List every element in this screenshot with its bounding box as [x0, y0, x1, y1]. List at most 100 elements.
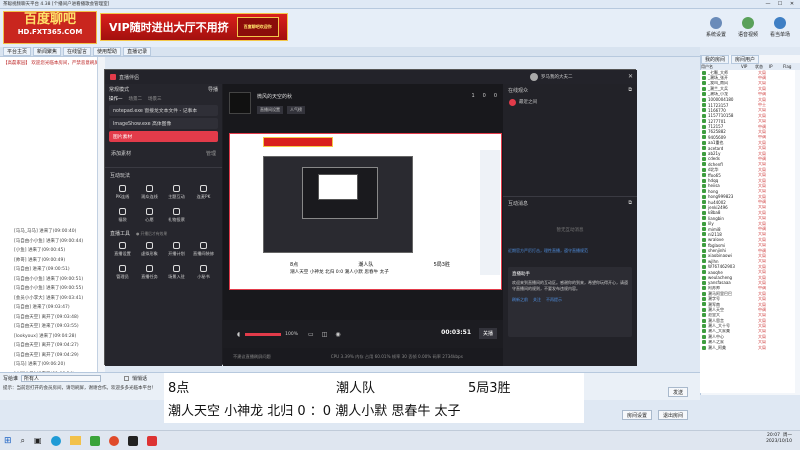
search-icon[interactable]: ⌕	[21, 436, 25, 446]
popularity-button[interactable]: 人气榜	[287, 106, 305, 114]
admin-button[interactable]: 管理员	[109, 261, 136, 284]
user-status-icon	[702, 205, 706, 210]
tab-scene-more[interactable]: 场景三	[148, 96, 162, 102]
tab-scene[interactable]: 场景二	[129, 96, 143, 102]
clock[interactable]: 20:07 周一 2023/10/10	[766, 433, 792, 444]
close-button[interactable]: ✕	[786, 1, 798, 7]
mode-label[interactable]: 常规模式	[109, 86, 129, 93]
scene-icon	[173, 265, 180, 272]
assistant-reply-button[interactable]: 刷新之前	[512, 297, 528, 303]
folder-icon[interactable]	[69, 436, 81, 445]
schedule-button[interactable]: 开播计划	[163, 238, 190, 261]
viewer-item[interactable]: 最近之间	[503, 96, 637, 108]
user-name: heiisa	[708, 183, 720, 189]
chat-panel[interactable]: 【高磊家园】 欢迎您光临本房间，严禁恶意刷屏 [马马_马马] 进来了(09:00…	[0, 57, 98, 396]
interaction-popout-icon[interactable]: ⧉	[628, 200, 632, 206]
scene-enter-button[interactable]: 场景入驻	[163, 261, 190, 284]
promo-banner[interactable]: VIP随时进出大厅不用挤 百度聊吧欢迎你	[100, 13, 288, 41]
browser-icon[interactable]	[108, 435, 119, 446]
mic-icon-ctrl[interactable]: ▭	[308, 331, 314, 338]
assistant-dismiss-button[interactable]: 不再提示	[546, 297, 562, 303]
system-settings-button[interactable]: 系统设置	[700, 14, 732, 40]
wish-button[interactable]: 心愿	[136, 204, 163, 227]
user-name: k8ba8	[708, 210, 721, 216]
taskview-icon[interactable]: ▣	[34, 436, 42, 445]
user-status-icon	[702, 243, 706, 248]
user-status-icon	[702, 162, 706, 167]
scoreboard-overlay: 8点 潮人队 5局3胜 潮人天空 小神龙 北归 0 ：0 潮人小默 思春牛 太子	[164, 373, 584, 423]
room-settings-button[interactable]: 房间设置	[622, 410, 652, 420]
live-window-title: 直播伴侣	[119, 74, 140, 81]
tab-message[interactable]: 在线留言	[63, 47, 92, 56]
tab-help[interactable]: 使用帮助	[93, 47, 122, 56]
edge-icon[interactable]	[50, 435, 61, 446]
user-status-icon	[702, 318, 706, 323]
assistant-actions: 刷新之前 关注 不再提示	[512, 297, 628, 303]
source-item-image[interactable]: 图片素材	[109, 131, 218, 142]
volume-icon[interactable]: ◖	[237, 331, 240, 338]
maximize-button[interactable]: ☐	[774, 1, 786, 7]
pk-button[interactable]: PK连线	[109, 181, 136, 204]
assistant-follow-button[interactable]: 关注	[533, 297, 541, 303]
gift-vote-button[interactable]: 礼物投票	[163, 204, 190, 227]
tab-ops[interactable]: 操作一	[109, 96, 123, 102]
user-name: cdeds	[708, 156, 720, 162]
audio-video-button[interactable]: 语音视频	[732, 14, 764, 40]
lucky-bag-button[interactable]: 福袋	[109, 204, 136, 227]
volume-slider[interactable]	[245, 332, 282, 336]
source-item-notepad[interactable]: notepad.exe 窗接龙文本文件 - 记事本	[109, 105, 218, 116]
stream-settings-button[interactable]: 直播间设置	[257, 106, 283, 114]
source-actions: 添加素材 管理	[105, 148, 222, 158]
user-list[interactable]: _七颗_大师 大局 _潮场_张开 中调 _我叫_南风 大局 _潮兰_大兵 大局 _潮场_小龙 中调…	[700, 70, 795, 393]
live-app-icon[interactable]	[127, 435, 138, 446]
logo-line2: HD.FXT365.COM	[17, 28, 83, 36]
task-button[interactable]: 直播任务	[136, 261, 163, 284]
tab-records[interactable]: 直播记录	[123, 47, 152, 56]
user-name: ffoo65	[708, 172, 721, 178]
topic-button[interactable]: 主题互动	[163, 181, 190, 204]
tab-home[interactable]: 平台主页	[3, 47, 32, 56]
chat-app-icon[interactable]	[89, 435, 100, 446]
live-settings-button[interactable]: 直播设置	[109, 238, 136, 261]
live-user-avatar[interactable]	[530, 73, 538, 81]
taskbar: ⊞ ⌕ ▣ 20:07 周一 2023/10/10	[0, 430, 800, 450]
stream-cover[interactable]	[229, 92, 251, 114]
user-name: hdqq	[708, 178, 719, 183]
user-status-icon	[702, 92, 706, 97]
live-companion-window[interactable]: 直播伴侣 罗马我的大夫二 ✕ 常规模式 导播 操作一 场景二 场景三 notep…	[104, 69, 637, 366]
watch-button[interactable]: 看当单场	[764, 14, 796, 40]
start-icon[interactable]: ⊞	[4, 436, 12, 446]
private-checkbox[interactable]	[124, 375, 130, 381]
manage-button[interactable]: 管理	[206, 150, 216, 157]
user-name: xiaobinaowi	[708, 253, 732, 259]
tab-room-users[interactable]: 房间用户	[731, 54, 760, 64]
exit-room-button[interactable]: 退出房间	[658, 410, 688, 420]
audience-link-button[interactable]: 观众连线	[136, 181, 163, 204]
record-icon[interactable]: ◉	[335, 331, 340, 338]
user-row[interactable]: 潮人_阿美 大局	[700, 345, 795, 350]
guide-label[interactable]: 导播	[208, 86, 218, 93]
mic-pk-button[interactable]: 连麦PK	[190, 181, 217, 204]
source-item-imageshow[interactable]: ImageShow.exe 高体图像	[109, 118, 218, 129]
stream-preview[interactable]: 8点 潮人队 5局3胜 潮人天空 小神龙 北归 0:0 潮人小默 思春牛 太子	[229, 133, 502, 290]
camera-icon[interactable]: ◫	[322, 331, 328, 338]
user-status-icon	[702, 97, 706, 102]
decorate-button[interactable]: 直播间装修	[190, 238, 217, 261]
viewers-popout-icon[interactable]: ⧉	[628, 87, 632, 93]
end-live-button[interactable]: 关播	[478, 328, 497, 339]
avatar-button[interactable]: 虚拟形象	[136, 238, 163, 261]
star-icon	[200, 265, 207, 272]
recipient-select[interactable]: 所有人	[21, 374, 102, 382]
minimize-button[interactable]: —	[762, 1, 774, 7]
tab-news[interactable]: 新闻聚焦	[33, 47, 62, 56]
private-label: 悄悄话	[132, 375, 148, 382]
performance-status: CPU 3.39% 内存 占用 60.01% 帧率 30 丢帧 0.00% 码率…	[330, 354, 463, 359]
send-button[interactable]: 发送	[668, 387, 688, 397]
secretary-button[interactable]: 小秘书	[190, 261, 217, 284]
add-source-button[interactable]: 添加素材	[111, 150, 131, 157]
stream-title[interactable]: 微风的天空的秋	[257, 93, 292, 100]
media-icon[interactable]	[146, 435, 157, 446]
tab-my-room[interactable]: 我的房间	[701, 54, 730, 64]
live-close-icon[interactable]: ✕	[628, 73, 633, 80]
interactive-label: 互动玩法	[110, 173, 131, 179]
